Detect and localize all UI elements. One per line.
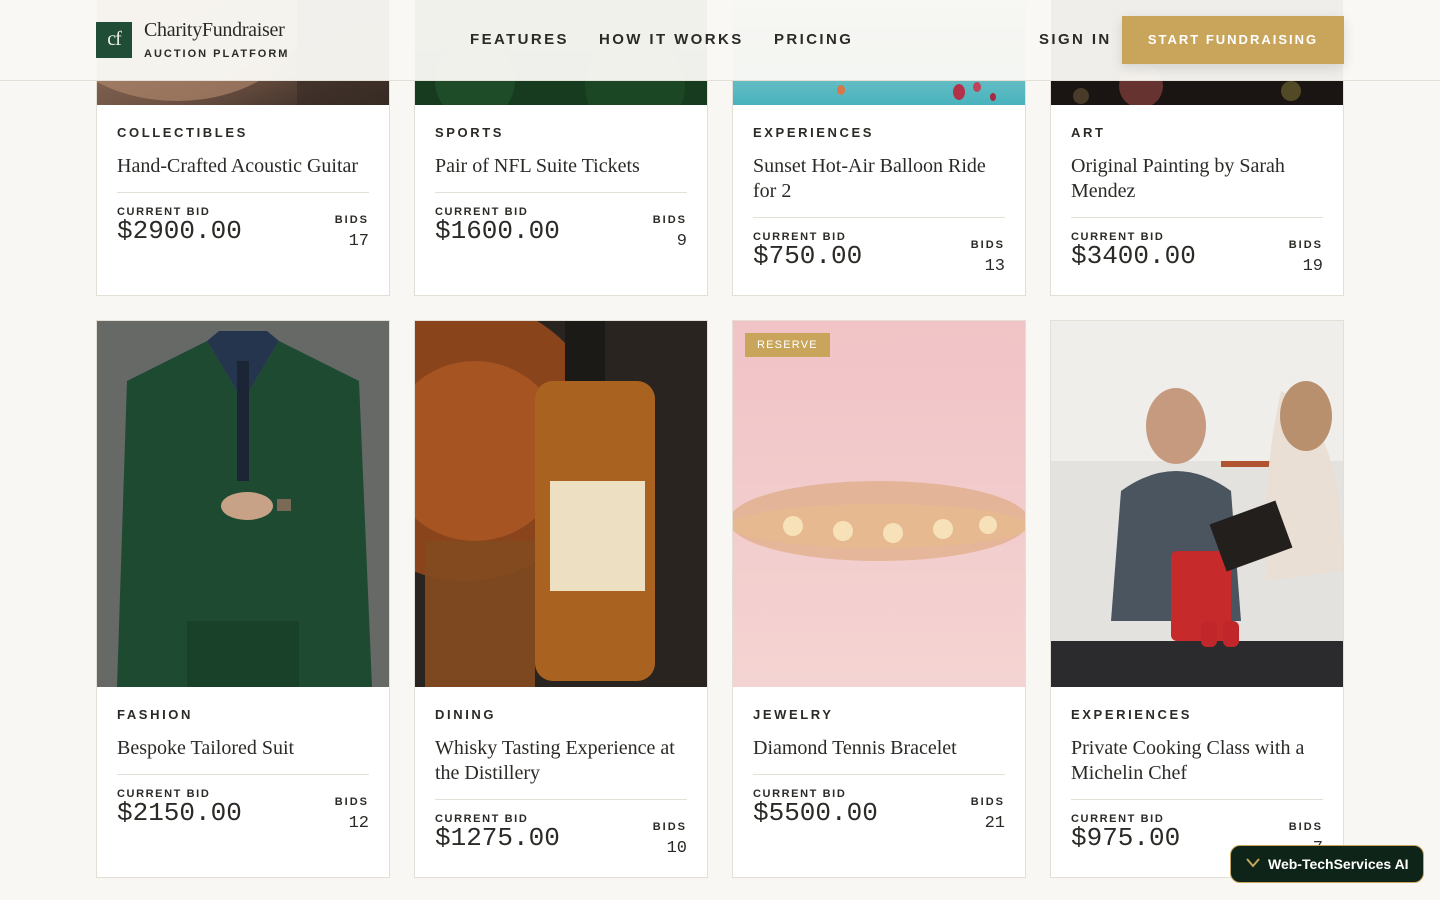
current-bid-amount: $975.00 xyxy=(1071,823,1181,853)
current-bid-amount: $2150.00 xyxy=(117,798,242,828)
nav-pricing[interactable]: PRICING xyxy=(774,31,853,48)
nav-features[interactable]: FEATURES xyxy=(470,31,569,48)
auction-card[interactable]: DINING Whisky Tasting Experience at the … xyxy=(414,320,708,878)
reserve-badge: RESERVE xyxy=(745,333,830,357)
item-title[interactable]: Bespoke Tailored Suit xyxy=(117,736,369,761)
bids-label: BIDS xyxy=(652,214,687,226)
bids-count: 12 xyxy=(348,814,369,833)
auction-card[interactable]: RESERVE JEWELRY Diamond Tennis Bracelet … xyxy=(732,320,1026,878)
bids-count: 9 xyxy=(676,232,687,251)
item-category: DINING xyxy=(435,707,497,722)
bids-label: BIDS xyxy=(1288,239,1323,251)
bids-label: BIDS xyxy=(1288,821,1323,833)
item-category: EXPERIENCES xyxy=(1071,707,1193,722)
bids-count: 10 xyxy=(666,839,687,858)
current-bid-amount: $3400.00 xyxy=(1071,241,1196,271)
site-header: cf CharityFundraiser AUCTION PLATFORM FE… xyxy=(0,0,1440,81)
item-title[interactable]: Pair of NFL Suite Tickets xyxy=(435,154,687,179)
auction-card[interactable]: EXPERIENCES Private Cooking Class with a… xyxy=(1050,320,1344,878)
divider xyxy=(753,217,1005,218)
divider xyxy=(1071,799,1323,800)
web-techservices-badge[interactable]: Web-TechServices AI xyxy=(1230,845,1424,883)
item-title[interactable]: Private Cooking Class with a Michelin Ch… xyxy=(1071,736,1323,786)
brand-tagline: AUCTION PLATFORM xyxy=(144,48,290,60)
item-category: EXPERIENCES xyxy=(753,125,875,140)
item-category: COLLECTIBLES xyxy=(117,125,248,140)
item-title[interactable]: Hand-Crafted Acoustic Guitar xyxy=(117,154,369,179)
bids-label: BIDS xyxy=(334,214,369,226)
current-bid-amount: $1275.00 xyxy=(435,823,560,853)
current-bid-amount: $750.00 xyxy=(753,241,863,271)
item-category: SPORTS xyxy=(435,125,505,140)
item-category: ART xyxy=(1071,125,1106,140)
item-title[interactable]: Original Painting by Sarah Mendez xyxy=(1071,154,1323,204)
cooking-class-photo[interactable] xyxy=(1051,321,1343,687)
item-category: JEWELRY xyxy=(753,707,834,722)
auction-card[interactable]: FASHION Bespoke Tailored Suit CURRENT BI… xyxy=(96,320,390,878)
divider xyxy=(117,774,369,775)
divider xyxy=(435,799,687,800)
logo-mark[interactable]: cf xyxy=(96,22,132,58)
bids-label: BIDS xyxy=(970,239,1005,251)
bids-count: 17 xyxy=(348,232,369,251)
bracelet-photo[interactable]: RESERVE xyxy=(733,321,1025,687)
whiskey-bottle-photo[interactable] xyxy=(415,321,707,687)
brand-name[interactable]: CharityFundraiser xyxy=(144,19,285,42)
bids-count: 21 xyxy=(984,814,1005,833)
bids-label: BIDS xyxy=(970,796,1005,808)
bids-label: BIDS xyxy=(334,796,369,808)
divider xyxy=(117,192,369,193)
item-title[interactable]: Sunset Hot-Air Balloon Ride for 2 xyxy=(753,154,1005,204)
nav-how-it-works[interactable]: HOW IT WORKS xyxy=(599,31,744,48)
chevron-down-icon xyxy=(1246,858,1260,868)
sign-in-link[interactable]: SIGN IN xyxy=(1039,31,1112,48)
bids-count: 13 xyxy=(984,257,1005,276)
item-title[interactable]: Diamond Tennis Bracelet xyxy=(753,736,1005,761)
divider xyxy=(435,192,687,193)
current-bid-amount: $2900.00 xyxy=(117,216,242,246)
bids-count: 19 xyxy=(1302,257,1323,276)
bids-label: BIDS xyxy=(652,821,687,833)
green-suit-photo[interactable] xyxy=(97,321,389,687)
divider xyxy=(1071,217,1323,218)
current-bid-amount: $5500.00 xyxy=(753,798,878,828)
item-category: FASHION xyxy=(117,707,193,722)
start-fundraising-button[interactable]: START FUNDRAISING xyxy=(1122,16,1344,64)
item-title[interactable]: Whisky Tasting Experience at the Distill… xyxy=(435,736,687,786)
divider xyxy=(753,774,1005,775)
badge-text: Web-TechServices AI xyxy=(1268,856,1409,872)
current-bid-amount: $1600.00 xyxy=(435,216,560,246)
